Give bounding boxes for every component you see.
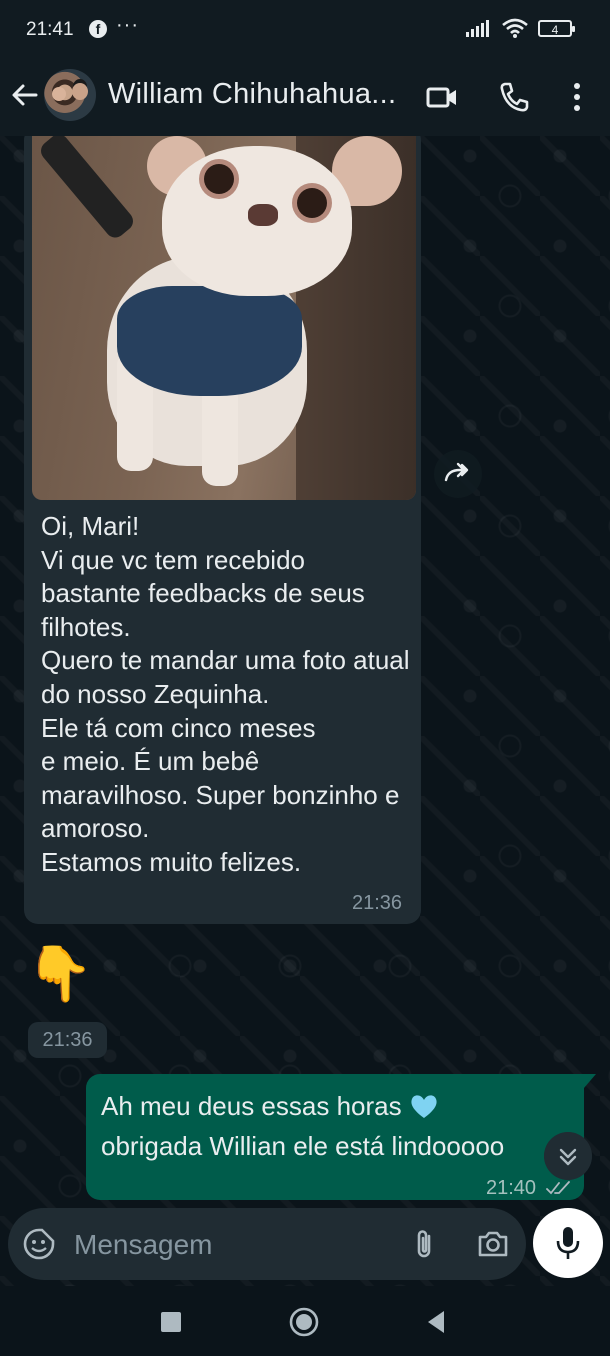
mic-button[interactable] [533, 1208, 603, 1278]
more-options-icon[interactable] [560, 80, 594, 114]
emoji-message-time: 21:36 [28, 1022, 107, 1058]
microphone-icon [556, 1227, 580, 1259]
back-arrow-icon[interactable] [10, 80, 40, 110]
outgoing-message-text: Ah meu deus essas horas obrigada Willian… [101, 1086, 571, 1166]
status-bar: 21:41 f ··· 4 [0, 0, 610, 62]
incoming-message-text: Oi, Mari! Vi que vc tem recebido bastant… [41, 511, 410, 877]
dog-photo[interactable] [32, 136, 416, 500]
chat-area[interactable]: Oi, Mari! Vi que vc tem recebido bastant… [0, 136, 610, 1286]
camera-icon[interactable] [476, 1227, 510, 1261]
outgoing-message-time: 21:40 [486, 1177, 537, 1199]
home-icon[interactable] [288, 1306, 320, 1338]
pointing-down-emoji[interactable]: 👇 [26, 944, 93, 1004]
forward-icon[interactable] [434, 450, 482, 498]
outgoing-line-1: Ah meu deus essas horas [101, 1091, 402, 1121]
facebook-notification-icon: f [89, 20, 107, 38]
contact-avatar[interactable] [44, 69, 96, 121]
video-call-icon[interactable] [425, 80, 459, 114]
emoji-sticker-icon[interactable] [22, 1227, 56, 1261]
status-time: 21:41 [26, 19, 74, 40]
more-notifications-icon: ··· [116, 14, 139, 36]
incoming-message-time: 21:36 [352, 892, 403, 914]
read-receipt-icon [546, 1181, 570, 1195]
attach-icon[interactable] [408, 1227, 442, 1261]
outgoing-line-2: obrigada Willian ele está lindooooo [101, 1131, 505, 1161]
voice-call-icon[interactable] [497, 80, 531, 114]
wifi-icon [502, 18, 528, 38]
message-input[interactable] [72, 1222, 396, 1268]
signal-icon [466, 20, 489, 37]
status-icons: 4 [466, 18, 575, 38]
chat-header: William Chihuhahua... [0, 62, 610, 136]
recents-icon[interactable] [155, 1306, 187, 1338]
back-nav-icon[interactable] [420, 1306, 452, 1338]
light-blue-heart-icon [411, 1095, 437, 1118]
battery-icon: 4 [538, 19, 575, 37]
scroll-down-icon[interactable] [544, 1132, 592, 1180]
contact-name[interactable]: William Chihuhahua... [108, 78, 396, 111]
